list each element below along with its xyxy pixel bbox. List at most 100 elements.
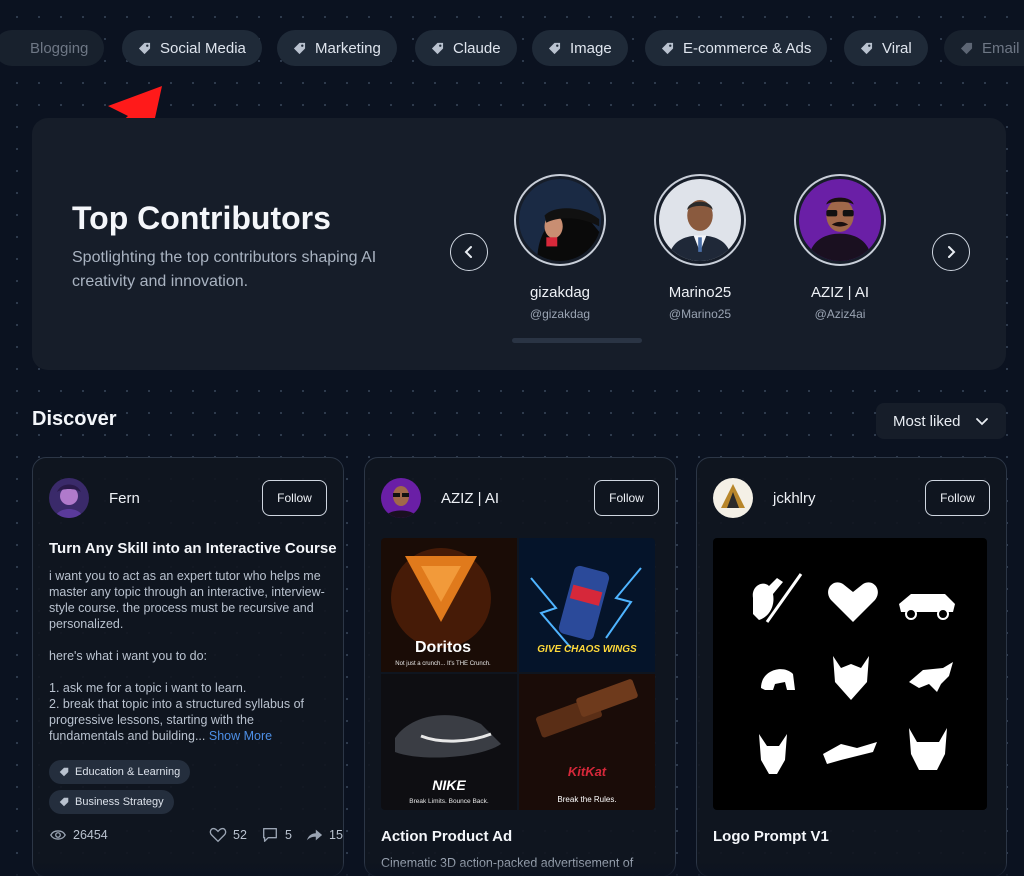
- tag-claude[interactable]: Claude: [415, 30, 517, 66]
- product-ads-collage: Doritos Not just a crunch... It's THE Cr…: [381, 538, 655, 810]
- avatar: [514, 174, 606, 266]
- tag-label: Image: [570, 39, 612, 57]
- chevron-down-icon: [975, 418, 988, 426]
- contributor-handle: @gizakdag: [529, 307, 591, 321]
- views-count: 26454: [73, 828, 108, 842]
- card-tag-chip[interactable]: Business Strategy: [49, 790, 174, 814]
- follow-button[interactable]: Follow: [594, 480, 659, 516]
- redbull-tagline: GIVE CHAOS WINGS: [537, 644, 637, 655]
- chip-label: Business Strategy: [75, 796, 164, 808]
- contributors-next-button[interactable]: [932, 233, 970, 271]
- contributor-avatar-image: [519, 179, 601, 261]
- category-tag-row: Blogging Social Media Marketing Claude I…: [0, 30, 1024, 66]
- avatar[interactable]: [713, 478, 753, 518]
- prompt-card[interactable]: AZIZ | AI Follow Doritos Not just a crun…: [364, 457, 676, 876]
- tag-icon: [431, 42, 444, 54]
- card-title[interactable]: Action Product Ad: [381, 828, 512, 845]
- follow-button[interactable]: Follow: [925, 480, 990, 516]
- tag-label: Marketing: [315, 39, 381, 57]
- contributors-scrollbar[interactable]: [512, 338, 642, 343]
- avatar[interactable]: [49, 478, 89, 518]
- contributor-name: gizakdag: [529, 284, 591, 301]
- tag-icon: [138, 42, 151, 54]
- card-prompt-text: i want you to act as an expert tutor who…: [49, 568, 331, 744]
- comment-icon: [263, 828, 277, 842]
- contributor-card[interactable]: AZIZ | AI @Aziz4ai: [780, 174, 900, 321]
- card-title[interactable]: Turn Any Skill into an Interactive Cours…: [49, 540, 337, 557]
- heart-icon: [209, 827, 227, 843]
- prompt-card[interactable]: Fern Follow Turn Any Skill into an Inter…: [32, 457, 344, 876]
- contributor-handle: @Aziz4ai: [814, 307, 866, 321]
- doritos-tagline: Not just a crunch... It's THE Crunch.: [395, 661, 491, 667]
- tag-ecommerce-ads[interactable]: E-commerce & Ads: [645, 30, 828, 66]
- comments-count: 5: [285, 828, 292, 842]
- top-contributors-panel: Top Contributors Spotlighting the top co…: [32, 118, 1006, 370]
- tag-label: Viral: [882, 39, 912, 57]
- contributor-name: AZIZ | AI: [810, 284, 870, 301]
- tag-label: E-commerce & Ads: [683, 39, 812, 57]
- card-tag-chip[interactable]: Education & Learning: [49, 760, 191, 784]
- author-avatar-image: [381, 478, 421, 518]
- tag-label: Claude: [453, 39, 501, 57]
- chevron-right-icon: [948, 246, 956, 258]
- tag-label: Email: [982, 39, 1020, 57]
- tag-label: Social Media: [160, 39, 246, 57]
- avatar[interactable]: [381, 478, 421, 518]
- chevron-left-icon: [464, 246, 472, 258]
- card-preview-image[interactable]: Doritos Not just a crunch... It's THE Cr…: [381, 538, 655, 810]
- contributor-avatar-image: [659, 179, 741, 261]
- tag-image[interactable]: Image: [532, 30, 628, 66]
- likes-stat[interactable]: 52: [209, 826, 247, 844]
- show-more-link[interactable]: Show More: [209, 729, 272, 743]
- contributor-card[interactable]: Marino25 @Marino25: [640, 174, 760, 321]
- author-name[interactable]: AZIZ | AI: [441, 490, 499, 507]
- contributor-name: Marino25: [668, 284, 732, 301]
- views-stat: 26454: [49, 826, 108, 844]
- author-name[interactable]: jckhlry: [773, 490, 816, 507]
- card-title[interactable]: Logo Prompt V1: [713, 828, 829, 845]
- tag-icon: [59, 767, 69, 777]
- tag-social-media[interactable]: Social Media: [122, 30, 262, 66]
- tag-viral[interactable]: Viral: [844, 30, 928, 66]
- tag-icon: [293, 42, 306, 54]
- author-avatar-image: [49, 478, 89, 518]
- discover-heading: Discover: [32, 408, 117, 430]
- contributor-handle: @Marino25: [668, 307, 732, 321]
- comments-stat[interactable]: 5: [261, 826, 292, 844]
- sort-dropdown-label: Most liked: [893, 412, 961, 430]
- contributor-card[interactable]: gizakdag @gizakdag: [500, 174, 620, 321]
- follow-button[interactable]: Follow: [262, 480, 327, 516]
- shares-stat[interactable]: 15: [305, 826, 343, 844]
- top-contributors-subtitle: Spotlighting the top contributors shapin…: [72, 249, 377, 290]
- author-name[interactable]: Fern: [109, 490, 140, 507]
- sort-dropdown[interactable]: Most liked: [876, 403, 1006, 439]
- chip-label: Education & Learning: [75, 766, 181, 778]
- card-preview-image[interactable]: [713, 538, 987, 810]
- tag-icon: [548, 42, 561, 54]
- tag-email[interactable]: Email: [944, 30, 1024, 66]
- tag-icon: [960, 42, 973, 54]
- contributors-prev-button[interactable]: [450, 233, 488, 271]
- avatar: [654, 174, 746, 266]
- tag-marketing[interactable]: Marketing: [277, 30, 397, 66]
- tag-icon: [661, 42, 674, 54]
- bottom-fade: [0, 862, 1024, 876]
- tag-blogging[interactable]: Blogging: [0, 30, 105, 66]
- top-contributors-title: Top Contributors: [72, 200, 331, 236]
- nike-logo-text: NIKE: [432, 777, 466, 793]
- tag-label: Blogging: [30, 39, 89, 57]
- kitkat-tagline: Break the Rules.: [557, 795, 616, 804]
- prompt-card[interactable]: jckhlry Follow Logo Prompt V1: [696, 457, 1007, 876]
- logo-grid-image: [713, 538, 987, 810]
- nike-tagline: Break Limits. Bounce Back.: [409, 798, 489, 805]
- card-header: Fern Follow: [49, 478, 327, 518]
- author-avatar-image: [713, 478, 753, 518]
- kitkat-logo-text: KitKat: [568, 764, 607, 779]
- avatar: [794, 174, 886, 266]
- eye-icon: [50, 830, 66, 840]
- shares-count: 15: [329, 828, 343, 842]
- card-header: AZIZ | AI Follow: [381, 478, 659, 518]
- card-stats: 26454 52 5 15: [49, 826, 343, 846]
- share-arrow-icon: [306, 829, 323, 841]
- contributor-avatar-image: [799, 179, 881, 261]
